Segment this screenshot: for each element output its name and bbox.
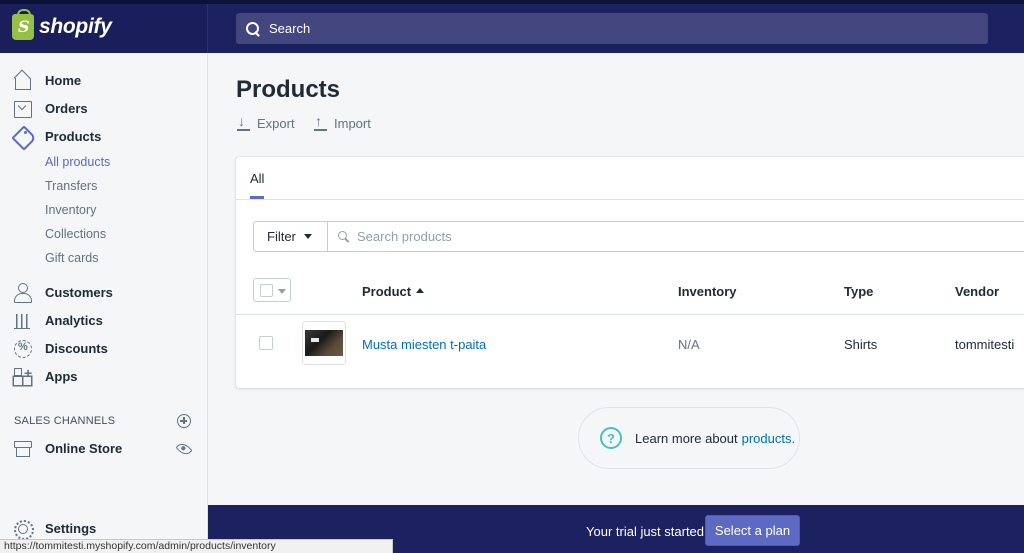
sidebar-item-label: Home — [45, 72, 82, 88]
product-inventory: N/A — [678, 337, 700, 352]
product-search-input[interactable] — [357, 229, 857, 244]
sort-ascending-icon — [416, 288, 425, 294]
sidebar-item-label: Analytics — [45, 312, 103, 328]
sidebar-item-label: Discounts — [45, 340, 108, 356]
shopify-logo[interactable]: S shopify — [12, 9, 112, 40]
sidebar-item-label: Settings — [45, 520, 97, 536]
filter-label: Filter — [267, 229, 296, 244]
export-button[interactable]: Export — [237, 113, 295, 131]
products-card: All Filter Product Inventory Type Vendor… — [236, 157, 1024, 388]
customers-icon — [12, 282, 32, 303]
orders-icon — [12, 98, 32, 118]
learn-more-pill: ? Learn more about products. — [578, 407, 800, 469]
tab-all[interactable]: All — [250, 171, 264, 186]
sidebar-item-products[interactable]: Products — [12, 124, 197, 148]
sidebar-item-label: Products — [45, 128, 102, 144]
column-header-vendor[interactable]: Vendor — [955, 284, 999, 299]
search-icon — [338, 230, 350, 243]
gear-icon — [12, 518, 34, 540]
sales-channels-heading: SALES CHANNELS — [14, 415, 116, 427]
column-header-inventory[interactable]: Inventory — [678, 284, 737, 299]
sidebar-item-label: Orders — [45, 100, 88, 116]
column-header-type[interactable]: Type — [844, 284, 873, 299]
home-icon — [12, 70, 32, 90]
sidebar-subitem-inventory[interactable]: Inventory — [45, 203, 96, 217]
learn-more-text: Learn more about — [635, 430, 738, 446]
sidebar-item-customers[interactable]: Customers — [12, 280, 197, 304]
sidebar-subitem-all-products[interactable]: All products — [45, 155, 110, 169]
chevron-down-icon — [303, 234, 312, 239]
store-icon — [12, 438, 32, 458]
sidebar: Home Orders Products All products Transf… — [0, 53, 208, 553]
sidebar-item-analytics[interactable]: Analytics — [12, 308, 197, 332]
sidebar-item-label: Customers — [45, 284, 113, 300]
top-bar: S shopify — [0, 0, 1024, 53]
sidebar-item-apps[interactable]: Apps — [12, 364, 197, 388]
global-search-bar[interactable] — [236, 13, 988, 44]
search-icon — [246, 21, 260, 36]
sidebar-item-online-store[interactable]: Online Store — [12, 436, 197, 460]
sidebar-subitem-collections[interactable]: Collections — [45, 227, 106, 241]
sidebar-item-home[interactable]: Home — [12, 68, 197, 92]
sidebar-subitem-transfers[interactable]: Transfers — [45, 179, 97, 193]
global-search-input[interactable] — [269, 21, 869, 36]
export-label: Export — [257, 116, 295, 131]
sidebar-item-orders[interactable]: Orders — [12, 96, 197, 120]
help-question-icon: ? — [600, 427, 622, 449]
chevron-down-icon — [278, 289, 286, 294]
shopify-bag-icon: S — [12, 9, 34, 40]
sidebar-item-label: Apps — [45, 368, 78, 384]
sidebar-item-label: Online Store — [45, 440, 123, 456]
sidebar-subitem-gift-cards[interactable]: Gift cards — [45, 251, 99, 265]
brand-area: S shopify — [0, 4, 208, 53]
trial-message: Your trial just started — [586, 524, 705, 539]
add-sales-channel-plus-icon[interactable] — [177, 414, 191, 428]
sidebar-item-discounts[interactable]: Discounts — [12, 336, 197, 360]
select-all-checkbox[interactable] — [260, 284, 273, 297]
select-plan-button[interactable]: Select a plan — [705, 515, 800, 546]
product-name-link[interactable]: Musta miesten t-paita — [362, 337, 486, 352]
product-image — [305, 330, 343, 356]
product-thumbnail[interactable] — [302, 321, 346, 365]
filter-button[interactable]: Filter — [253, 221, 328, 252]
learn-more-products-link[interactable]: products. — [742, 431, 795, 446]
product-type: Shirts — [844, 337, 878, 352]
row-checkbox[interactable] — [259, 336, 273, 350]
analytics-icon — [12, 310, 32, 330]
column-header-product[interactable]: Product — [362, 284, 425, 299]
page-title: Products — [236, 76, 341, 103]
tag-icon — [12, 126, 32, 146]
product-search-field[interactable] — [327, 221, 1024, 252]
import-button[interactable]: Import — [314, 113, 371, 131]
browser-status-url: https://tommitesti.myshopify.com/admin/p… — [0, 539, 393, 553]
shopify-wordmark: shopify — [39, 15, 112, 38]
export-download-icon — [237, 113, 251, 131]
discounts-icon — [12, 338, 32, 358]
bulk-select-checkbox[interactable] — [253, 278, 291, 302]
sidebar-item-settings[interactable]: Settings — [12, 516, 197, 540]
apps-icon — [12, 365, 32, 386]
product-vendor: tommitesti — [955, 337, 1015, 352]
import-label: Import — [334, 116, 371, 131]
tab-divider — [236, 199, 1024, 200]
import-upload-icon — [314, 113, 328, 131]
header-divider — [236, 314, 1024, 315]
